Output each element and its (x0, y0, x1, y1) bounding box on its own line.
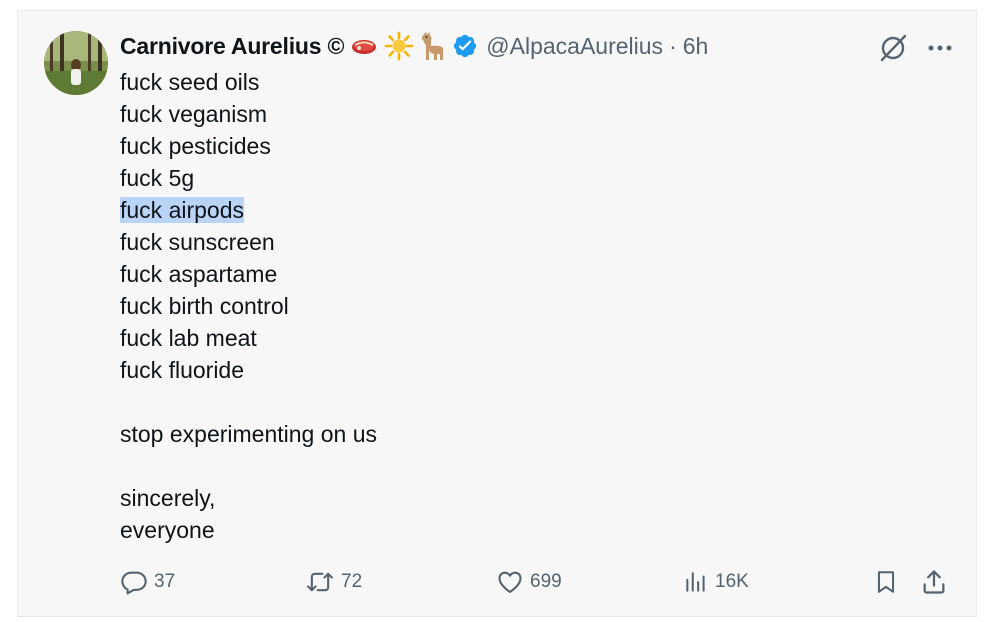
repost-button[interactable]: 72 (305, 566, 362, 598)
post-card[interactable]: Carnivore Aurelius © @AlpacaAurelius · 6… (17, 10, 977, 617)
repost-icon (305, 568, 335, 596)
views-count: 16K (715, 571, 749, 592)
grok-icon[interactable] (878, 33, 908, 63)
author-handle[interactable]: @AlpacaAurelius (486, 33, 663, 60)
reply-count: 37 (154, 571, 176, 592)
post-text: fuck seed oils fuck veganism fuck pestic… (120, 66, 377, 546)
avatar[interactable] (44, 31, 108, 95)
text-line: fuck fluoride (120, 357, 245, 383)
reply-icon (120, 568, 148, 596)
author-name[interactable]: Carnivore Aurelius © (120, 33, 344, 60)
like-button[interactable]: 699 (496, 566, 562, 598)
text-line: fuck sunscreen (120, 229, 275, 255)
like-count: 699 (530, 571, 562, 592)
more-icon[interactable] (928, 44, 952, 52)
sun-emoji (384, 31, 414, 61)
share-icon (920, 568, 948, 596)
post-top-actions (878, 33, 952, 63)
reply-button[interactable]: 37 (120, 566, 175, 598)
avatar-image (44, 31, 108, 95)
steak-emoji (350, 31, 378, 61)
text-line: everyone (120, 517, 215, 543)
text-line: fuck birth control (120, 293, 289, 319)
views-button[interactable]: 16K (683, 566, 749, 598)
heart-icon (496, 568, 524, 596)
views-icon (683, 569, 709, 595)
share-button[interactable] (920, 566, 948, 598)
repost-count: 72 (341, 571, 363, 592)
text-line: fuck pesticides (120, 133, 271, 159)
verified-badge-icon (452, 31, 478, 61)
post-time[interactable]: 6h (683, 33, 709, 60)
llama-emoji (418, 31, 446, 61)
bookmark-button[interactable] (873, 566, 899, 598)
bookmark-icon (873, 568, 899, 596)
post-header: Carnivore Aurelius © @AlpacaAurelius · 6… (120, 31, 708, 61)
text-line-highlighted[interactable]: fuck airpods (120, 194, 377, 226)
text-line: fuck aspartame (120, 261, 278, 287)
text-line: fuck veganism (120, 101, 268, 127)
text-line: fuck 5g (120, 165, 195, 191)
action-bar: 37 72 699 16K (120, 566, 950, 598)
separator-dot: · (669, 32, 677, 59)
text-line: fuck seed oils (120, 69, 260, 95)
text-line: sincerely, (120, 485, 216, 511)
text-line: fuck lab meat (120, 325, 257, 351)
text-line: stop experimenting on us (120, 421, 377, 447)
selected-text[interactable]: fuck airpods (120, 197, 245, 223)
